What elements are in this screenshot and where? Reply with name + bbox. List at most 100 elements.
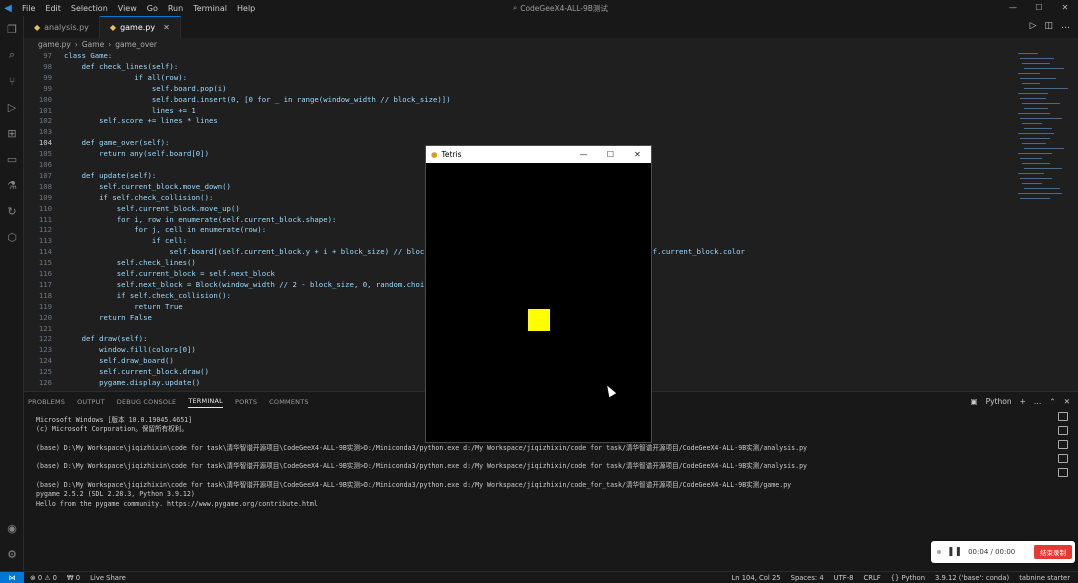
split-editor-icon[interactable]: ◫ xyxy=(1044,21,1053,31)
search-icon[interactable]: ⌕ xyxy=(0,42,24,68)
stop-recording-button[interactable]: 结束录制 xyxy=(1034,545,1072,559)
remote-indicator-icon[interactable]: ⋈ xyxy=(0,571,24,583)
terminal-instance-icon[interactable] xyxy=(1058,468,1068,477)
line-number: 99 xyxy=(43,72,52,82)
breadcrumb-class[interactable]: Game xyxy=(82,40,104,49)
code-line[interactable]: 101 lines += 1 xyxy=(24,106,1014,117)
maximize-panel-icon[interactable]: ⌃ xyxy=(1049,397,1055,406)
close-panel-icon[interactable]: ✕ xyxy=(1064,397,1070,406)
tetris-minimize-button[interactable]: — xyxy=(570,146,597,163)
minimap-line xyxy=(1020,58,1054,59)
ports-status[interactable]: ₩ 0 xyxy=(67,574,80,582)
source-control-icon[interactable]: ⑂ xyxy=(0,68,24,94)
menu-go[interactable]: Go xyxy=(147,4,158,13)
tetris-maximize-button[interactable]: ☐ xyxy=(597,146,624,163)
account-icon[interactable]: ◉ xyxy=(0,515,24,541)
close-button[interactable]: ✕ xyxy=(1052,0,1078,16)
python-file-icon: ◆ xyxy=(109,23,117,32)
code-line[interactable]: 99 if all(row): xyxy=(24,73,1014,84)
gear-icon[interactable]: ⚙ xyxy=(0,541,24,567)
tab-terminal[interactable]: TERMINAL xyxy=(188,397,223,408)
tetris-window[interactable]: ● Tetris — ☐ ✕ xyxy=(425,145,652,443)
shell-label[interactable]: Python xyxy=(986,397,1012,406)
command-center[interactable]: ⌕ CodeGeeX4-ALL-9B测试 xyxy=(513,2,665,14)
menu-selection[interactable]: Selection xyxy=(71,4,108,13)
menu-file[interactable]: File xyxy=(22,4,35,13)
indentation[interactable]: Spaces: 4 xyxy=(791,574,824,582)
menu-help[interactable]: Help xyxy=(237,4,255,13)
pause-icon[interactable]: ❚❚ xyxy=(947,547,962,557)
breadcrumb: game.py › Game › game_over xyxy=(24,38,1078,51)
tab-problems[interactable]: PROBLEMS xyxy=(28,398,65,406)
menu-view[interactable]: View xyxy=(118,4,137,13)
cursor-position[interactable]: Ln 104, Col 25 xyxy=(731,574,780,582)
terminal-line: Hello from the pygame community. https:/… xyxy=(36,499,318,508)
codegeex-icon[interactable]: ⬡ xyxy=(0,224,24,250)
activity-bar-bottom: ◉ ⚙ xyxy=(0,515,24,567)
close-icon[interactable]: ✕ xyxy=(163,23,170,32)
tab-comments[interactable]: COMMENTS xyxy=(269,398,309,406)
minimap-line xyxy=(1024,188,1060,189)
python-interpreter[interactable]: 3.9.12 ('base': conda) xyxy=(935,574,1009,582)
add-terminal-icon[interactable]: + xyxy=(1020,397,1026,406)
terminal-instance-icon[interactable] xyxy=(1058,440,1068,449)
tetris-close-button[interactable]: ✕ xyxy=(624,146,651,163)
files-icon[interactable]: ❐ xyxy=(0,16,24,42)
line-text: class Game: xyxy=(64,51,113,60)
drag-handle-icon[interactable] xyxy=(937,550,941,554)
tetris-titlebar[interactable]: ● Tetris — ☐ ✕ xyxy=(426,146,651,163)
tab-game[interactable]: ◆ game.py ✕ xyxy=(99,16,181,38)
minimap-line xyxy=(1018,53,1038,54)
line-number: 112 xyxy=(38,225,52,235)
menu-edit[interactable]: Edit xyxy=(45,4,61,13)
minimap[interactable] xyxy=(1018,51,1068,251)
menu-terminal[interactable]: Terminal xyxy=(193,4,227,13)
code-line[interactable]: 100 self.board.insert(0, [0 for _ in ran… xyxy=(24,95,1014,106)
run-debug-icon[interactable]: ▷ xyxy=(0,94,24,120)
tab-output[interactable]: OUTPUT xyxy=(77,398,105,406)
code-line[interactable]: 102 self.score += lines * lines xyxy=(24,116,1014,127)
line-text: self.current_block.draw() xyxy=(64,367,209,377)
minimap-line xyxy=(1020,138,1050,139)
minimize-button[interactable]: — xyxy=(1000,0,1026,16)
game-canvas[interactable] xyxy=(426,163,651,442)
minimap-line xyxy=(1022,83,1040,84)
code-line[interactable]: 98 def check_lines(self): xyxy=(24,62,1014,73)
liveshare-status[interactable]: Live Share xyxy=(90,574,126,582)
extensions-icon[interactable]: ⊞ xyxy=(0,120,24,146)
line-number: 117 xyxy=(38,279,52,289)
run-icon[interactable]: ▷ xyxy=(1030,21,1037,31)
breadcrumb-method[interactable]: game_over xyxy=(115,40,157,49)
menu-run[interactable]: Run xyxy=(168,4,183,13)
line-text: def draw(self): xyxy=(64,334,148,344)
more-icon[interactable]: … xyxy=(1061,21,1070,31)
breadcrumb-file[interactable]: game.py xyxy=(38,40,71,49)
line-text: if self.check_collision(): xyxy=(64,192,214,202)
terminal-instance-icon[interactable] xyxy=(1058,454,1068,463)
code-line[interactable]: 97 class Game: xyxy=(24,51,1014,62)
tab-ports[interactable]: PORTS xyxy=(235,398,257,406)
line-text: self.board.insert(0, [0 for _ in range(w… xyxy=(64,94,451,104)
editor-scrollbar[interactable] xyxy=(1070,51,1078,391)
minimap-line xyxy=(1022,143,1046,144)
terminal-instance-icon[interactable] xyxy=(1058,426,1068,435)
remote-explorer-icon[interactable]: ▭ xyxy=(0,146,24,172)
search-icon: ⌕ xyxy=(513,3,518,12)
language-mode[interactable]: {} Python xyxy=(891,574,925,582)
tab-analysis[interactable]: ◆ analysis.py xyxy=(24,16,100,38)
code-line[interactable]: 103 xyxy=(24,127,1014,138)
editor-tabs: ◆ analysis.py ◆ game.py ✕ ▷ ◫ … xyxy=(24,16,1078,38)
menu-bar: File Edit Selection View Go Run Terminal… xyxy=(22,4,255,13)
problems-status[interactable]: ⊗ 0 ⚠ 0 xyxy=(30,574,57,582)
maximize-button[interactable]: ☐ xyxy=(1026,0,1052,16)
minimap-line xyxy=(1022,123,1042,124)
line-ending[interactable]: CRLF xyxy=(863,574,880,582)
tab-debug-console[interactable]: DEBUG CONSOLE xyxy=(117,398,177,406)
tabnine-status[interactable]: tabnine starter xyxy=(1019,574,1070,582)
more-icon[interactable]: … xyxy=(1034,397,1042,406)
liveshare-icon[interactable]: ↻ xyxy=(0,198,24,224)
terminal-instance-icon[interactable] xyxy=(1058,412,1068,421)
testing-icon[interactable]: ⚗ xyxy=(0,172,24,198)
code-line[interactable]: 99 self.board.pop(i) xyxy=(24,84,1014,95)
encoding[interactable]: UTF-8 xyxy=(834,574,854,582)
